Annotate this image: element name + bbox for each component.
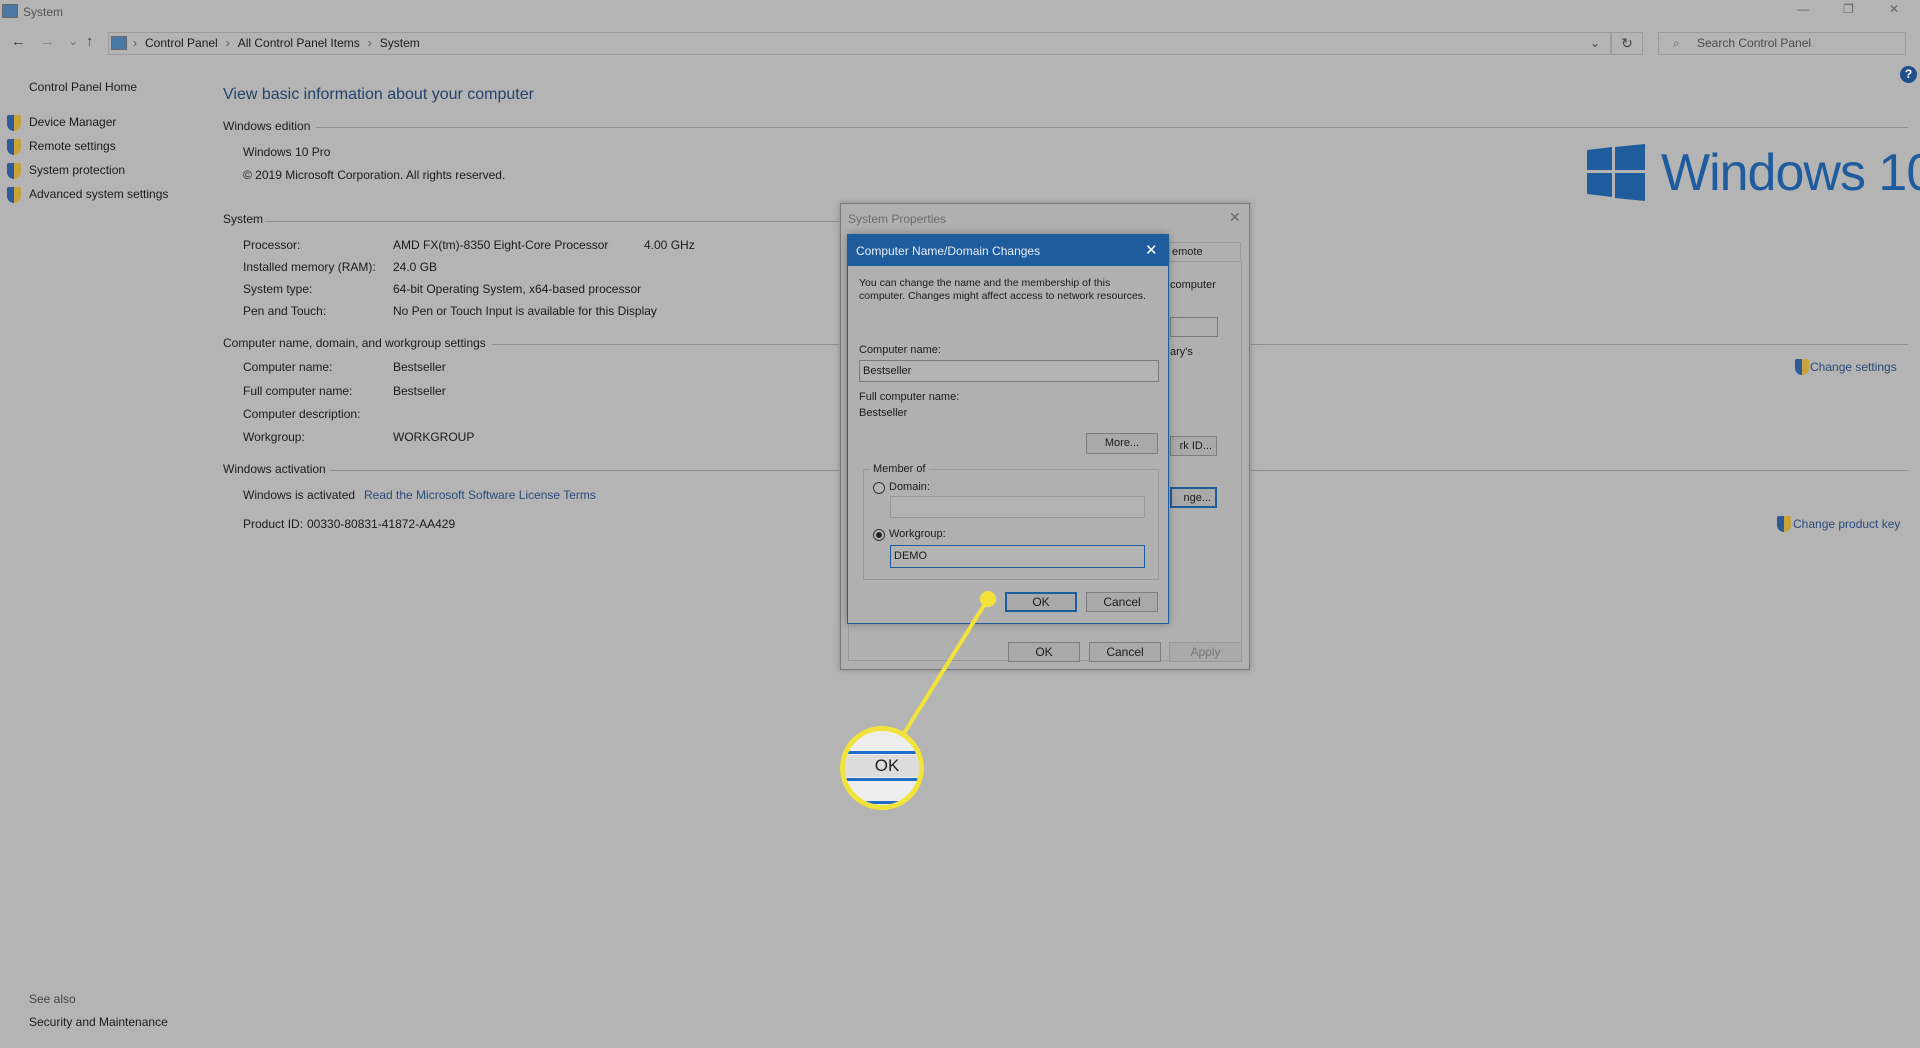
callout-border-line <box>845 778 919 781</box>
callout-dot <box>980 591 996 607</box>
callout-border-line <box>845 751 919 754</box>
callout-magnifier: OK <box>840 726 924 810</box>
callout-line <box>901 591 996 737</box>
callout-ok-label: OK <box>845 755 919 777</box>
callout-border-line <box>855 801 919 804</box>
